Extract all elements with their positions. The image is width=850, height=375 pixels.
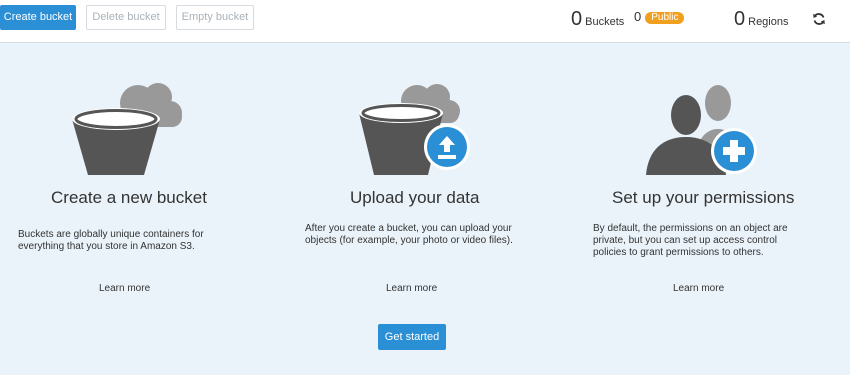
public-count: 0 <box>634 9 642 24</box>
delete-bucket-button[interactable]: Delete bucket <box>86 5 166 30</box>
learn-more-link[interactable]: Learn more <box>99 283 150 294</box>
buckets-stat: 0 Buckets <box>571 9 624 31</box>
get-started-button[interactable]: Get started <box>378 324 446 350</box>
bucket-cloud-icon <box>72 83 182 175</box>
bucket-upload-icon <box>359 84 470 175</box>
regions-label: Regions <box>748 16 789 28</box>
toolbar: Create bucket Delete bucket Empty bucket… <box>0 0 850 43</box>
create-bucket-button[interactable]: Create bucket <box>0 5 76 30</box>
card-title: Set up your permissions <box>612 188 795 207</box>
buckets-count: 0 <box>571 8 583 30</box>
buckets-label: Buckets <box>585 16 625 28</box>
card-description: Buckets are globally unique containers f… <box>18 229 204 252</box>
card-permissions: Set up your permissions By default, the … <box>570 43 850 303</box>
card-description: By default, the permissions on an object… <box>593 223 788 258</box>
refresh-icon[interactable] <box>812 12 826 26</box>
card-upload-data: Upload your data After you create a buck… <box>285 43 565 303</box>
regions-count: 0 <box>734 8 746 30</box>
learn-more-link[interactable]: Learn more <box>386 283 437 294</box>
public-stat: 0 Public <box>634 9 685 31</box>
users-add-icon <box>646 85 757 175</box>
card-create-bucket: Create a new bucket Buckets are globally… <box>0 43 280 303</box>
public-badge: Public <box>645 12 685 24</box>
learn-more-link[interactable]: Learn more <box>673 283 724 294</box>
card-title: Create a new bucket <box>51 188 207 207</box>
card-title: Upload your data <box>350 188 480 207</box>
regions-stat: 0 Regions <box>734 9 788 31</box>
card-description: After you create a bucket, you can uploa… <box>305 223 513 246</box>
empty-bucket-button[interactable]: Empty bucket <box>176 5 254 30</box>
